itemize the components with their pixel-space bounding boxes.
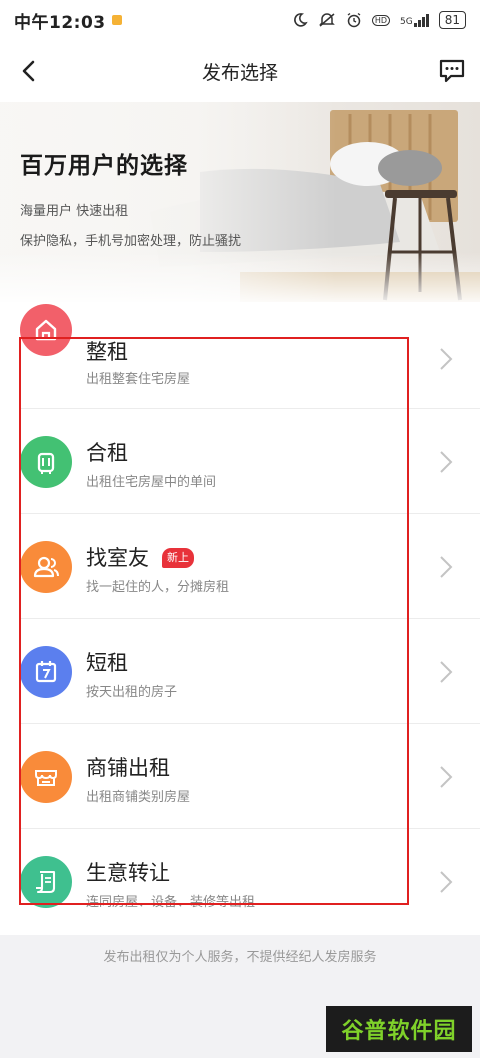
signal-icon: 5G — [400, 13, 429, 27]
notification-icon — [111, 15, 122, 25]
option-description: 按天出租的房子 — [86, 685, 178, 700]
option-description: 连同房屋、设备、装修等出租 — [86, 895, 256, 910]
option-title: 商铺出租 — [86, 756, 170, 780]
moon-icon — [293, 13, 308, 27]
shop-icon — [35, 770, 57, 786]
promo-banner: 百万用户的选择 海量用户 快速出租 保护隐私，手机号加密处理，防止骚扰 — [0, 102, 480, 302]
option-icon-bg — [20, 541, 72, 593]
mute-icon — [319, 13, 335, 27]
battery-indicator: 81 — [438, 11, 466, 29]
people-icon — [33, 556, 59, 578]
banner-privacy-note: 保护隐私，手机号加密处理，防止骚扰 — [20, 234, 242, 249]
option-find-roommate[interactable]: 找室友 新上 找一起住的人，分摊房租 — [0, 514, 480, 619]
option-shared-rent[interactable]: 合租 出租住宅房屋中的单间 — [0, 409, 480, 514]
status-icons: HD 5G 81 — [292, 11, 466, 29]
option-business-transfer[interactable]: 生意转让 连同房屋、设备、装修等出租 — [0, 829, 480, 934]
status-bar: 中午12:03 HD 5G 81 — [0, 0, 480, 40]
network-type: 5G — [400, 16, 413, 27]
banner-subtitle: 海量用户 快速出租 — [20, 204, 129, 219]
chevron-right-icon — [440, 766, 453, 788]
chevron-right-icon — [440, 556, 453, 578]
option-icon-bg — [20, 751, 72, 803]
option-title: 整租 — [86, 340, 128, 364]
option-shop-rent[interactable]: 商铺出租 出租商铺类别房屋 — [0, 724, 480, 829]
option-whole-rent[interactable]: 整租 出租整套住宅房屋 — [0, 302, 480, 409]
message-icon[interactable] — [438, 58, 466, 84]
house-icon — [35, 319, 57, 341]
publish-options-list: 整租 出租整套住宅房屋 合租 出租住宅房屋中的单间 找室友 新上 找一起住的人，… — [0, 302, 480, 935]
footer-note: 发布出租仅为个人服务，不提供经纪人发房服务 — [103, 950, 377, 965]
contract-icon — [36, 870, 56, 894]
option-icon-bg — [20, 304, 72, 356]
option-title: 生意转让 — [86, 861, 170, 885]
luggage-icon — [37, 452, 55, 474]
option-description: 出租整套住宅房屋 — [86, 372, 191, 387]
chevron-right-icon — [440, 451, 453, 473]
hd-icon: HD — [371, 14, 391, 26]
chevron-right-icon — [440, 348, 453, 370]
chevron-right-icon — [440, 661, 453, 683]
option-title: 合租 — [86, 441, 128, 465]
watermark-logo: 谷普软件园 — [326, 1006, 472, 1052]
option-description: 找一起住的人，分摊房租 — [86, 580, 230, 595]
page-title: 发布选择 — [201, 61, 278, 84]
banner-bottom-fade — [0, 252, 480, 302]
chevron-right-icon — [440, 871, 453, 893]
option-short-rent[interactable]: 短租 按天出租的房子 — [0, 619, 480, 724]
option-title: 短租 — [86, 651, 128, 675]
option-icon-bg — [20, 856, 72, 908]
option-description: 出租住宅房屋中的单间 — [86, 475, 217, 490]
status-time: 中午12:03 — [14, 12, 106, 33]
new-badge: 新上 — [162, 548, 194, 568]
alarm-icon — [347, 12, 361, 28]
banner-title: 百万用户的选择 — [20, 153, 188, 179]
option-description: 出租商铺类别房屋 — [86, 790, 191, 805]
nav-bar: 发布选择 — [0, 40, 480, 102]
chevron-left-icon[interactable] — [16, 56, 46, 86]
option-icon-bg — [20, 646, 72, 698]
calendar-icon — [35, 661, 57, 683]
option-icon-bg — [20, 436, 72, 488]
option-title: 找室友 — [86, 546, 149, 570]
